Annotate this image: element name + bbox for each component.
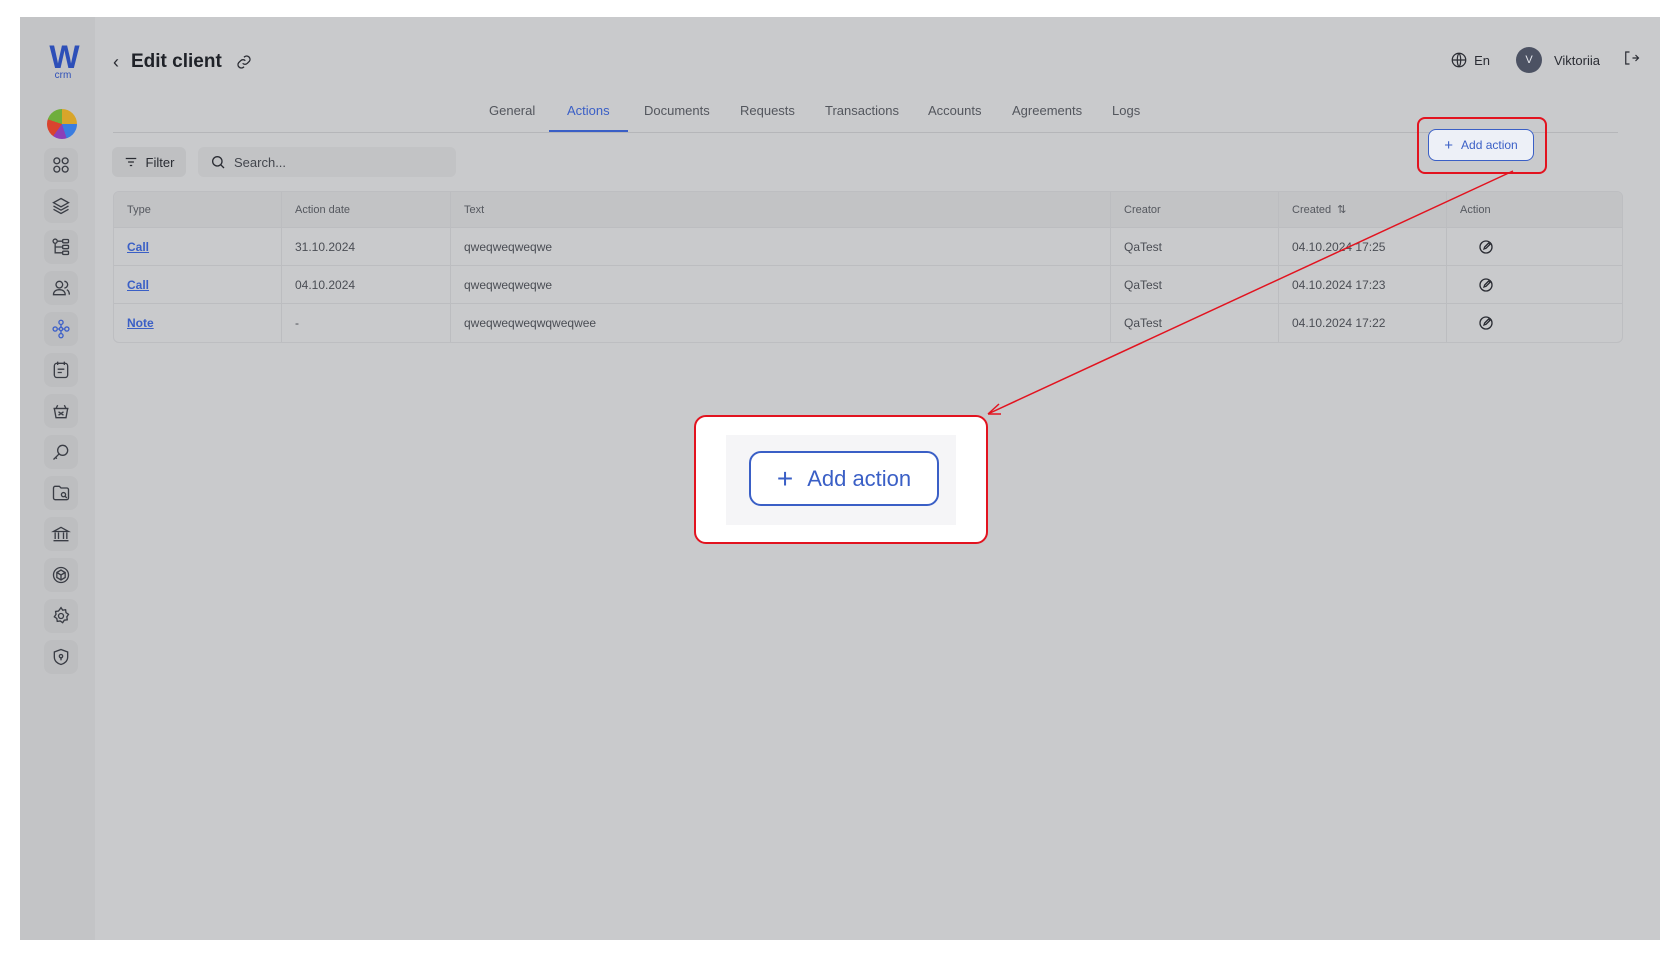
- edit-icon: [1478, 316, 1493, 330]
- user-bar: En V Viktoriia: [1450, 45, 1640, 75]
- cell-creator: QaTest: [1111, 266, 1279, 303]
- highlight-box: [1417, 117, 1547, 174]
- filter-icon: [125, 157, 136, 167]
- cell-type: Note: [114, 304, 282, 342]
- sidebar-item-basket[interactable]: [44, 394, 78, 428]
- logout-icon: [1625, 50, 1640, 65]
- column-header-action: Action: [1460, 203, 1491, 216]
- filter-button[interactable]: Filter: [112, 147, 186, 177]
- sidebar-item-hierarchy[interactable]: [44, 230, 78, 264]
- zoomed-add-action-label: Add action: [807, 465, 912, 491]
- key-search-icon: [53, 444, 69, 460]
- search-placeholder: Search...: [234, 154, 287, 170]
- cell-text: qweqweqweqwqweqwee: [451, 304, 1111, 342]
- basket-icon: [53, 404, 69, 419]
- grid-icon: [53, 157, 69, 173]
- shield-icon: [53, 648, 69, 666]
- user-name[interactable]: Viktoriia: [1554, 53, 1600, 68]
- sort-icon[interactable]: ⇅: [1337, 203, 1346, 216]
- table-header-row: Type Action date Text Creator Created ⇅ …: [114, 192, 1622, 228]
- cell-text: qweqweqweqwe: [451, 228, 1111, 265]
- table-row: Note - qweqweqweqwqweqwee QaTest 04.10.2…: [114, 304, 1622, 342]
- type-link[interactable]: Note: [127, 316, 154, 330]
- clients-network-icon: [52, 319, 70, 339]
- sidebar-item-folder[interactable]: [44, 476, 78, 510]
- sidebar-item-layers[interactable]: [44, 189, 78, 223]
- edit-button[interactable]: [1447, 266, 1524, 303]
- sidebar-item-notes[interactable]: [44, 353, 78, 387]
- cell-action-date: -: [282, 304, 451, 342]
- plus-icon: +: [776, 462, 794, 494]
- type-link[interactable]: Call: [127, 240, 149, 254]
- cell-created: 04.10.2024 17:23: [1279, 266, 1447, 303]
- logo[interactable]: W crm: [45, 39, 81, 81]
- tab-general[interactable]: General: [489, 103, 535, 132]
- notes-icon: [53, 361, 69, 379]
- tab-documents[interactable]: Documents: [644, 103, 710, 132]
- sidebar-item-search-key[interactable]: [44, 435, 78, 469]
- edit-button[interactable]: [1447, 228, 1524, 265]
- column-header-created[interactable]: Created ⇅: [1279, 192, 1447, 227]
- logo-mark: W: [49, 39, 79, 75]
- page-title: Edit client: [131, 51, 222, 72]
- page-header: ‹ Edit client: [113, 47, 252, 77]
- cell-created: 04.10.2024 17:25: [1279, 228, 1447, 265]
- table-row: Call 31.10.2024 qweqweqweqwe QaTest 04.1…: [114, 228, 1622, 266]
- language-switcher[interactable]: En: [1450, 51, 1490, 69]
- type-link[interactable]: Call: [127, 278, 149, 292]
- avatar[interactable]: V: [1515, 47, 1542, 73]
- layers-icon: [52, 197, 70, 215]
- tab-logs[interactable]: Logs: [1112, 103, 1140, 132]
- search-input[interactable]: Search...: [198, 147, 456, 177]
- cell-text: qweqweqweqwe: [451, 266, 1111, 303]
- sidebar-item-clients[interactable]: [44, 312, 78, 346]
- sidebar-item-users[interactable]: [44, 271, 78, 305]
- sidebar: W crm: [20, 17, 95, 940]
- sidebar-item-box[interactable]: [44, 558, 78, 592]
- cell-created: 04.10.2024 17:22: [1279, 304, 1447, 342]
- column-header-created-label: Created: [1292, 203, 1332, 216]
- zoomed-add-action-button[interactable]: + Add action: [749, 451, 939, 506]
- language-label: En: [1474, 52, 1490, 68]
- settings-icon: [53, 606, 70, 624]
- edit-button[interactable]: [1447, 304, 1524, 342]
- tab-accounts[interactable]: Accounts: [928, 103, 981, 132]
- cell-creator: QaTest: [1111, 228, 1279, 265]
- cell-type: Call: [114, 266, 282, 303]
- edit-icon: [1478, 239, 1493, 254]
- column-header-action-date[interactable]: Action date: [282, 192, 451, 227]
- sidebar-item-dashboard[interactable]: [44, 148, 78, 182]
- cell-action-date: 31.10.2024: [282, 228, 451, 265]
- sidebar-item-security[interactable]: [44, 640, 78, 674]
- column-header-text[interactable]: Text: [451, 192, 1111, 227]
- cell-creator: QaTest: [1111, 304, 1279, 342]
- cell-action-date: 04.10.2024: [282, 266, 451, 303]
- sidebar-item-settings[interactable]: [44, 599, 78, 633]
- box-icon: [52, 566, 70, 584]
- folder-icon: [52, 485, 70, 501]
- tab-actions[interactable]: Actions: [549, 103, 628, 132]
- table-row: Call 04.10.2024 qweqweqweqwe QaTest 04.1…: [114, 266, 1622, 304]
- bank-icon: [51, 526, 71, 542]
- globe-icon: [1451, 52, 1467, 68]
- tab-requests[interactable]: Requests: [740, 103, 795, 132]
- users-icon: [52, 280, 70, 296]
- sidebar-item-bank[interactable]: [44, 517, 78, 551]
- tab-agreements[interactable]: Agreements: [1012, 103, 1082, 132]
- zoom-callout: + Add action: [694, 415, 988, 544]
- cell-type: Call: [114, 228, 282, 265]
- logout-button[interactable]: [1622, 49, 1640, 72]
- search-icon: [212, 156, 225, 169]
- tab-bar: General Actions Documents Requests Trans…: [113, 95, 1618, 133]
- column-header-creator[interactable]: Creator: [1111, 192, 1279, 227]
- hierarchy-icon: [52, 238, 70, 256]
- back-icon[interactable]: ‹: [113, 52, 119, 73]
- column-header-type[interactable]: Type: [114, 192, 282, 227]
- link-icon[interactable]: [236, 54, 252, 70]
- edit-icon: [1478, 277, 1493, 292]
- dashboard-chart-icon[interactable]: [47, 109, 77, 139]
- filter-label: Filter: [145, 154, 175, 170]
- actions-table: Type Action date Text Creator Created ⇅ …: [113, 191, 1623, 343]
- tab-transactions[interactable]: Transactions: [825, 103, 899, 132]
